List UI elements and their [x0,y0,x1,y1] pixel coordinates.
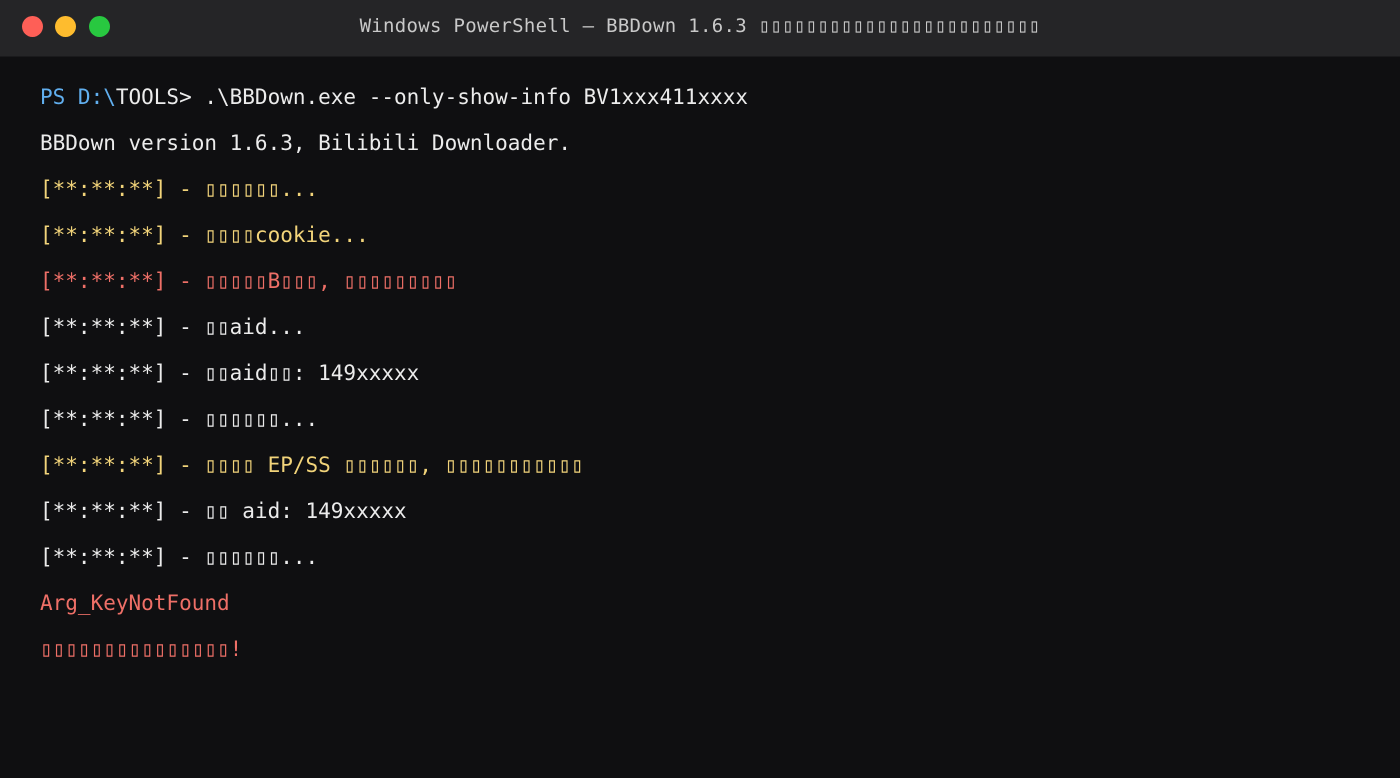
prompt-command: TOOLS> .\BBDown.exe --only-show-info BV1… [115,85,749,109]
log-line: [**:**:**] - ▯▯▯▯▯▯... [40,545,319,569]
log-line: [**:**:**] - ▯▯▯▯cookie... [40,223,369,247]
command-prompt-line: PS D:\TOOLS> .\BBDown.exe --only-show-in… [40,78,1380,124]
log-line: [**:**:**] - ▯▯▯▯▯▯... [40,177,319,201]
log-line: [**:**:**] - ▯▯ aid: 149xxxxx [40,499,407,523]
log-line: [**:**:**] - ▯▯▯▯ EP/SS ▯▯▯▯▯▯, ▯▯▯▯▯▯▯▯… [40,453,584,477]
powershell-window: Windows PowerShell — BBDown 1.6.3 ▯▯▯▯▯▯… [0,0,1400,778]
terminal-output[interactable]: PS D:\TOOLS> .\BBDown.exe --only-show-in… [40,78,1380,676]
title-bar[interactable]: Windows PowerShell — BBDown 1.6.3 ▯▯▯▯▯▯… [0,0,1400,57]
log-line: BBDown version 1.6.3, Bilibili Downloade… [40,131,572,155]
log-line: [**:**:**] - ▯▯aid... [40,315,306,339]
window-title: Windows PowerShell — BBDown 1.6.3 ▯▯▯▯▯▯… [359,15,1041,37]
error-line: ▯▯▯▯▯▯▯▯▯▯▯▯▯▯▯! [40,637,243,661]
error-line: Arg_KeyNotFound [40,591,230,615]
prompt-prefix: PS D:\ [40,85,116,109]
log-line: [**:**:**] - ▯▯▯▯▯B▯▯▯, ▯▯▯▯▯▯▯▯▯ [40,269,458,293]
log-line: [**:**:**] - ▯▯▯▯▯▯... [40,407,319,431]
log-line: [**:**:**] - ▯▯aid▯▯: 149xxxxx [40,361,420,385]
